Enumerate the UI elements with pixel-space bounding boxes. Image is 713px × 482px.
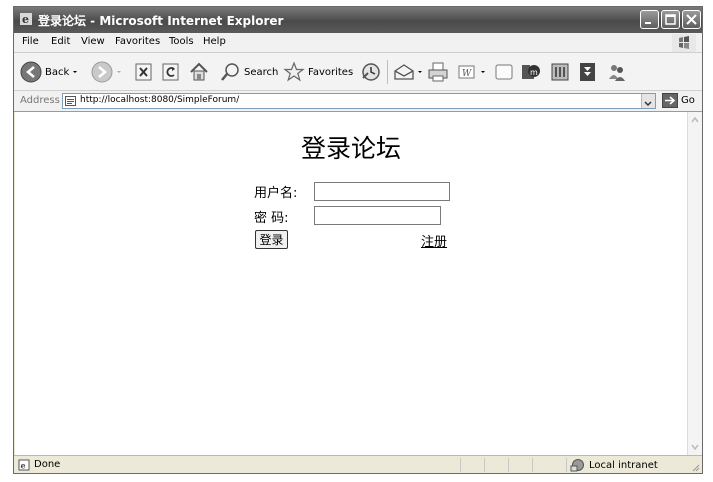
browser-window: e 登录论坛 - Microsoft Internet Explorer Fil…	[13, 6, 703, 474]
search-button[interactable]: Search	[219, 60, 278, 84]
security-zone: Local intranet	[570, 458, 658, 472]
close-icon	[686, 14, 697, 25]
research-button[interactable]	[549, 60, 571, 84]
login-button[interactable]: 登录	[255, 230, 288, 249]
forward-button[interactable]	[91, 60, 125, 84]
back-label: Back	[45, 66, 70, 78]
menu-bar: File Edit View Favorites Tools Help	[14, 33, 702, 53]
status-divider	[566, 458, 567, 472]
stop-button[interactable]	[135, 60, 153, 84]
go-button[interactable]: Go	[662, 93, 695, 108]
mail-icon	[394, 64, 414, 80]
status-bar: e Done Local intranet	[14, 455, 702, 473]
go-label: Go	[681, 95, 695, 106]
forward-arrow-icon	[91, 61, 113, 83]
search-icon	[221, 63, 239, 81]
word-edit-icon: W	[458, 65, 475, 79]
search-label: Search	[244, 66, 279, 78]
refresh-icon	[162, 63, 179, 81]
print-button[interactable]	[427, 60, 449, 84]
messenger-button[interactable]: m	[520, 60, 542, 84]
svg-text:m: m	[530, 68, 538, 77]
register-link[interactable]: 注册	[421, 231, 447, 250]
status-divider	[532, 458, 533, 472]
title-bar: e 登录论坛 - Microsoft Internet Explorer	[14, 7, 702, 33]
status-divider	[460, 458, 461, 472]
go-arrow-icon	[662, 93, 678, 108]
stop-icon	[135, 63, 152, 81]
vertical-scrollbar[interactable]	[687, 112, 702, 455]
menu-edit[interactable]: Edit	[51, 36, 70, 47]
minimize-button[interactable]	[640, 10, 659, 29]
home-icon	[190, 62, 208, 81]
forward-dropdown-icon[interactable]	[113, 67, 125, 77]
password-input[interactable]	[314, 206, 441, 225]
status-divider	[484, 458, 485, 472]
edit-dropdown-icon[interactable]	[476, 67, 490, 77]
svg-text:W: W	[462, 69, 472, 79]
address-label: Address	[20, 95, 60, 106]
intranet-globe-icon	[570, 459, 584, 472]
back-dropdown-icon[interactable]	[69, 67, 81, 77]
scroll-down-icon[interactable]	[690, 442, 700, 452]
toolbar: Back Search Favorites W m	[14, 53, 702, 91]
refresh-button[interactable]	[162, 60, 180, 84]
address-input[interactable]: http://localhost:8080/SimpleForum/	[62, 93, 656, 109]
svg-text:e: e	[22, 13, 29, 26]
resize-grip-icon[interactable]	[690, 462, 700, 472]
menu-help[interactable]: Help	[203, 36, 226, 47]
discuss-button[interactable]	[493, 60, 515, 84]
back-button[interactable]: Back	[20, 60, 81, 84]
page-done-icon: e	[18, 459, 30, 471]
username-label: 用户名:	[254, 186, 298, 201]
page-icon	[65, 96, 76, 106]
ie-logo-icon: e	[20, 13, 32, 26]
print-icon	[428, 62, 448, 82]
address-bar: Address http://localhost:8080/SimpleForu…	[14, 91, 702, 112]
messenger-icon: m	[522, 65, 540, 79]
favorites-button[interactable]: Favorites	[283, 60, 353, 84]
scroll-up-icon[interactable]	[690, 115, 700, 125]
address-dropdown[interactable]	[641, 94, 655, 108]
history-icon	[362, 63, 380, 81]
favorites-star-icon	[283, 61, 305, 82]
svg-text:e: e	[21, 461, 26, 471]
chevron-down-icon	[644, 101, 652, 107]
toolbar-separator	[387, 60, 388, 84]
back-arrow-icon	[20, 61, 42, 83]
username-input[interactable]	[314, 182, 450, 201]
contacts-button[interactable]	[606, 60, 628, 84]
zone-label: Local intranet	[589, 459, 658, 471]
password-label: 密 码:	[254, 211, 289, 226]
status-divider	[508, 458, 509, 472]
favorites-label: Favorites	[308, 66, 354, 78]
menu-view[interactable]: View	[81, 36, 105, 47]
page-content: 登录论坛 用户名: 密 码: 登录 注册	[15, 112, 687, 455]
home-button[interactable]	[188, 60, 210, 84]
mail-button[interactable]	[393, 60, 425, 84]
toolbar-extra-button[interactable]	[577, 60, 599, 84]
menu-favorites[interactable]: Favorites	[115, 36, 160, 47]
history-button[interactable]	[360, 60, 382, 84]
menu-file[interactable]: File	[22, 36, 39, 47]
status-text: Done	[34, 459, 61, 470]
download-box-icon	[580, 63, 595, 81]
mail-dropdown-icon[interactable]	[415, 67, 425, 77]
address-url: http://localhost:8080/SimpleForum/	[80, 95, 240, 105]
maximize-icon	[665, 14, 676, 25]
maximize-button[interactable]	[661, 10, 680, 29]
research-book-icon	[551, 63, 569, 81]
menu-tools[interactable]: Tools	[169, 36, 194, 47]
minimize-icon	[645, 22, 651, 24]
page-heading: 登录论坛	[300, 134, 401, 163]
discuss-icon	[495, 64, 513, 80]
window-title: 登录论坛 - Microsoft Internet Explorer	[38, 14, 284, 28]
edit-word-button[interactable]: W	[458, 60, 490, 84]
close-button[interactable]	[682, 10, 701, 29]
windows-logo-icon	[672, 34, 696, 52]
contacts-people-icon	[609, 65, 625, 81]
